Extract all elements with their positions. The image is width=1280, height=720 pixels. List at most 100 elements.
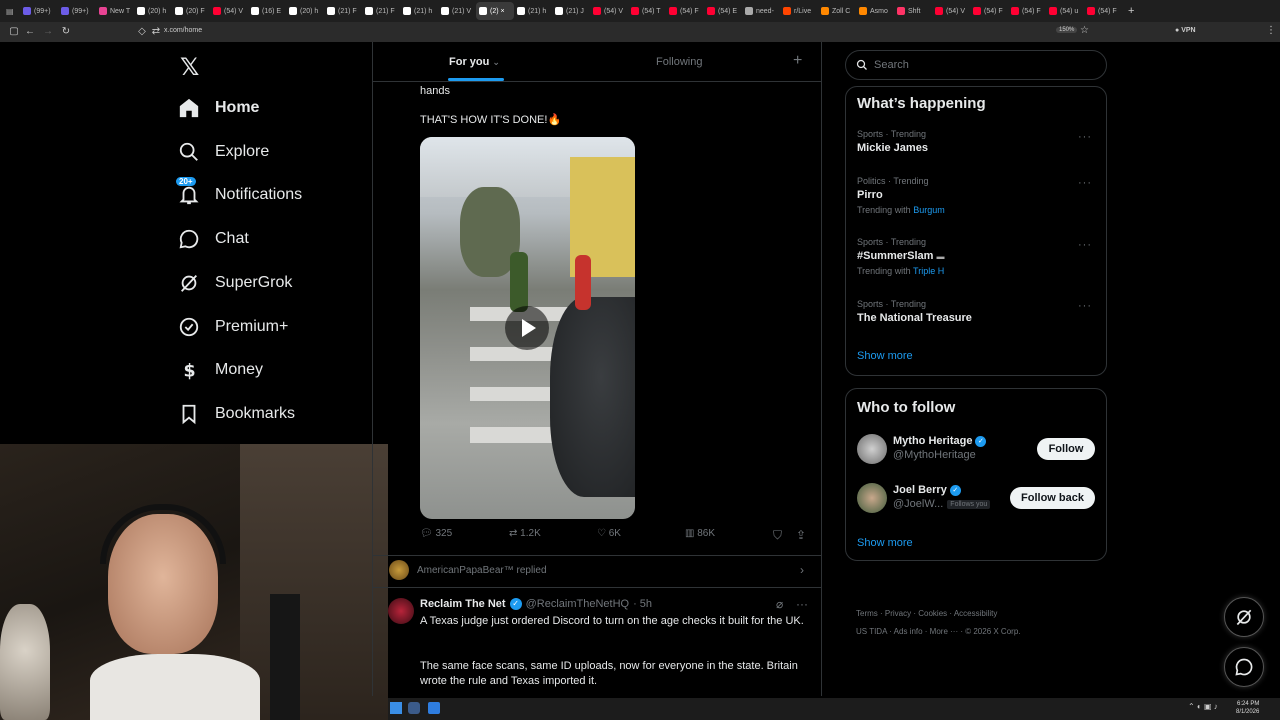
browser-tab[interactable]: (54) V [210, 2, 248, 20]
reply-button[interactable]: 💬︎ 325 [420, 528, 452, 539]
new-tab-icon[interactable]: + [1128, 5, 1134, 17]
sidebar-item-home[interactable]: Home [178, 93, 259, 123]
trend-item[interactable]: Sports · Trending #SummerSlam ▬ Trending… [857, 237, 1097, 276]
add-tab-icon[interactable]: + [793, 52, 802, 70]
share-icon[interactable]: ⇪ [796, 528, 806, 542]
shield-icon[interactable]: ◇ [136, 26, 148, 38]
search-box[interactable]: Search [845, 50, 1107, 80]
follow-back-button[interactable]: Follow back [1010, 487, 1095, 509]
browser-tab[interactable]: (20) h [134, 2, 172, 20]
browser-tab[interactable]: (54) T [628, 2, 666, 20]
trend-item[interactable]: Politics · Trending Pirro Trending with … [857, 176, 1097, 215]
browser-tab[interactable]: (21) h [514, 2, 552, 20]
zoom-level[interactable]: 150% [1056, 27, 1078, 33]
clock[interactable]: 6:24 PM 8/1/2026 [1236, 700, 1259, 716]
bookmark-button[interactable]: ⛉ [773, 528, 782, 543]
browser-tab[interactable]: (21) V [438, 2, 476, 20]
grok-icon[interactable]: ⌀ [776, 597, 783, 611]
sidebar-item-chat[interactable]: Chat [178, 224, 249, 254]
footer-link-terms[interactable]: Terms [856, 609, 878, 618]
replied-label[interactable]: AmericanPapaBear™ replied [417, 565, 547, 576]
browser-tab[interactable]: r/Live [780, 2, 818, 20]
grok-floating-button[interactable] [1224, 597, 1264, 637]
footer-link-privacy[interactable]: Privacy [885, 609, 911, 618]
browser-tab[interactable]: (20) h [286, 2, 324, 20]
browser-tab[interactable]: (20) F [172, 2, 210, 20]
sidebar-item-notifications[interactable]: 20+ Notifications [176, 177, 302, 210]
chevron-right-icon[interactable]: › [800, 563, 804, 577]
browser-tab[interactable]: (21) F [362, 2, 400, 20]
browser-tab[interactable]: (21) h [400, 2, 438, 20]
trend-item[interactable]: Sports · Trending Mickie James [857, 129, 1097, 154]
tab-list-icon[interactable]: ▤ [6, 7, 20, 16]
views-button[interactable]: ▥ 86K [685, 528, 715, 539]
like-button[interactable]: ♡ 6K [597, 528, 621, 539]
tab-following[interactable]: Following [656, 56, 702, 68]
reload-icon[interactable]: ↻ [60, 26, 72, 38]
x-logo[interactable]: 𝕏 [180, 53, 199, 82]
trend-with-link[interactable]: Triple H [913, 266, 944, 276]
tray-icons[interactable]: ⌃ ◐ ▣ ♪ [1188, 702, 1218, 711]
steam-icon[interactable] [408, 702, 420, 714]
avatar[interactable] [857, 434, 887, 464]
trend-with-link[interactable]: Burgum [913, 205, 945, 215]
browser-tab[interactable]: New T [96, 2, 134, 20]
browser-tab[interactable]: (21) J [552, 2, 590, 20]
footer-link-tida[interactable]: US TIDA [856, 627, 887, 636]
sidebar-toggle-icon[interactable]: ▢ [8, 26, 20, 38]
show-more-link[interactable]: Show more [857, 537, 913, 549]
sidebar-item-money[interactable]: $ Money [178, 355, 264, 385]
show-more-link[interactable]: Show more [857, 350, 913, 362]
app-icon[interactable] [428, 702, 440, 714]
browser-tab[interactable]: Zoll C [818, 2, 856, 20]
more-icon[interactable]: ··· [796, 597, 808, 611]
search-input[interactable]: Search [874, 59, 909, 71]
browser-tab[interactable]: (99+) [58, 2, 96, 20]
sidebar-item-premium[interactable]: Premium+ [178, 312, 288, 342]
repost-button[interactable]: ⇄ 1.2K [509, 528, 541, 539]
browser-tab[interactable]: (99+) [20, 2, 58, 20]
avatar[interactable] [857, 483, 887, 513]
menu-icon[interactable]: ⋮ [1266, 25, 1276, 36]
browser-tab[interactable]: (54) V [932, 2, 970, 20]
browser-tab[interactable]: (16) E [248, 2, 286, 20]
browser-tab[interactable]: (54) u [1046, 2, 1084, 20]
bookmark-star-icon[interactable]: ☆ [1080, 25, 1089, 36]
footer-link-accessibility[interactable]: Accessibility [954, 609, 998, 618]
avatar[interactable] [388, 598, 414, 624]
trend-more-icon[interactable]: ··· [1078, 131, 1092, 143]
start-icon[interactable] [390, 702, 402, 714]
browser-tab[interactable]: (21) F [324, 2, 362, 20]
browser-tab[interactable]: (54) E [704, 2, 742, 20]
browser-tab[interactable]: (2) × [476, 2, 514, 20]
follow-button[interactable]: Follow [1037, 438, 1095, 460]
back-icon[interactable]: ← [24, 26, 36, 38]
author-name[interactable]: Reclaim The Net [420, 598, 506, 610]
trend-item[interactable]: Sports · Trending The National Treasure [857, 299, 1097, 324]
avatar[interactable] [389, 560, 409, 580]
site-settings-icon[interactable]: ⇄ [150, 26, 162, 38]
trend-more-icon[interactable]: ··· [1078, 177, 1092, 189]
follow-suggestion[interactable]: Mytho Heritage ✓ @MythoHeritage [893, 435, 987, 461]
browser-tab[interactable]: need- [742, 2, 780, 20]
footer-link-ads-info[interactable]: Ads info [894, 627, 923, 636]
browser-tab[interactable]: (54) F [666, 2, 704, 20]
browser-tab[interactable]: (54) F [1084, 2, 1122, 20]
chat-floating-button[interactable] [1224, 647, 1264, 687]
footer-link-more[interactable]: More ··· [930, 627, 958, 636]
post-time[interactable]: · 5h [633, 598, 652, 610]
tab-for-you[interactable]: For you ⌄ [449, 56, 500, 68]
vpn-button[interactable]: ● VPN [1175, 27, 1196, 34]
trend-more-icon[interactable]: ··· [1078, 239, 1092, 251]
forward-icon[interactable]: → [42, 26, 54, 38]
sidebar-item-explore[interactable]: Explore [178, 137, 269, 167]
browser-tab[interactable]: (54) V [590, 2, 628, 20]
follow-suggestion[interactable]: Joel Berry ✓ @JoelW... Follows you [893, 484, 991, 510]
trend-more-icon[interactable]: ··· [1078, 300, 1092, 312]
browser-tab[interactable]: Asmo [856, 2, 894, 20]
url-field[interactable]: x.com/home [164, 27, 202, 34]
post-video[interactable] [420, 137, 635, 519]
author-handle[interactable]: @ReclaimTheNetHQ [526, 598, 629, 610]
play-button[interactable] [505, 306, 549, 350]
sidebar-item-bookmarks[interactable]: Bookmarks [178, 399, 295, 429]
